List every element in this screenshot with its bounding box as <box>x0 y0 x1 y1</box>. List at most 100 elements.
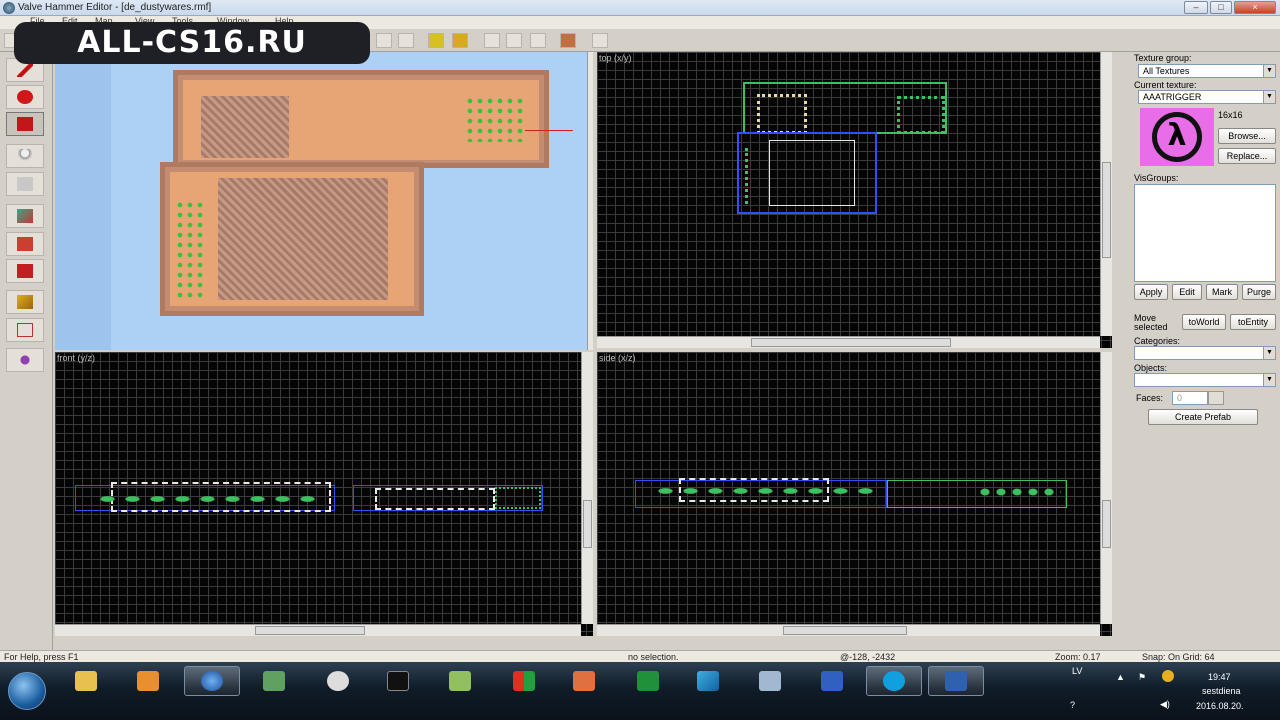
apply-texture-tool[interactable] <box>6 232 44 256</box>
ungroup-icon[interactable] <box>452 33 468 48</box>
mark-button[interactable]: Mark <box>1206 284 1238 300</box>
taskbar-word[interactable] <box>804 666 860 696</box>
archive-icon <box>573 671 595 691</box>
start-button[interactable] <box>8 672 46 710</box>
front-viewport[interactable]: front (y/z) <box>55 352 593 636</box>
brush-outline-5 <box>977 486 1061 498</box>
visgroups-list[interactable] <box>1134 184 1276 282</box>
faces-input[interactable]: 0 <box>1172 391 1208 405</box>
status-bar: For Help, press F1 no selection. @-128, … <box>0 650 1280 662</box>
texture-lock-icon[interactable] <box>530 33 546 48</box>
current-texture-select[interactable]: AAATRIGGER ▼ <box>1138 90 1276 104</box>
show-hidden-icons-icon[interactable]: ▲ <box>1116 672 1125 682</box>
taskbar-browser[interactable] <box>184 666 240 696</box>
language-indicator[interactable]: LV <box>1072 666 1082 676</box>
objects-select[interactable]: ▼ <box>1134 373 1276 387</box>
block-tool[interactable] <box>6 172 44 196</box>
texture-group-select[interactable]: All Textures ▼ <box>1138 64 1276 78</box>
run-map-icon[interactable] <box>592 33 608 48</box>
copy-icon[interactable] <box>376 33 392 48</box>
create-prefab-button[interactable]: Create Prefab <box>1148 409 1258 425</box>
taskbar-explorer[interactable] <box>58 666 114 696</box>
window-title: Valve Hammer Editor - [de_dustywares.rmf… <box>18 2 212 13</box>
pointer-icon <box>17 63 33 77</box>
paste-icon[interactable] <box>398 33 414 48</box>
carve-icon[interactable] <box>560 33 576 48</box>
scroll-thumb[interactable] <box>255 626 365 635</box>
scroll-thumb[interactable] <box>1102 500 1111 548</box>
top-vertical-scrollbar[interactable] <box>1100 52 1112 336</box>
update-icon[interactable] <box>1162 670 1174 682</box>
maximize-button[interactable]: □ <box>1210 1 1232 14</box>
texture-application-tool[interactable] <box>6 204 44 228</box>
minimize-button[interactable]: – <box>1184 1 1208 14</box>
task-manager-icon <box>263 671 285 691</box>
group-icon[interactable] <box>428 33 444 48</box>
vertex-tool[interactable] <box>6 318 44 342</box>
flag-icon[interactable]: ⚑ <box>1138 672 1146 683</box>
taskbar-excel[interactable] <box>620 666 676 696</box>
to-entity-button[interactable]: toEntity <box>1230 314 1276 330</box>
tool-palette <box>0 52 53 650</box>
camera-scrollbar[interactable] <box>587 52 593 350</box>
chevron-down-icon: ▼ <box>1263 347 1275 359</box>
volume-icon[interactable]: ◀) <box>1160 699 1170 710</box>
taskbar-archive[interactable] <box>556 666 612 696</box>
clipping-tool[interactable] <box>6 290 44 314</box>
taskbar-console[interactable] <box>370 666 426 696</box>
entity-tool[interactable] <box>6 144 44 168</box>
taskbar-network[interactable] <box>742 666 798 696</box>
help-icon[interactable]: ? <box>1070 700 1075 710</box>
purge-button[interactable]: Purge <box>1242 284 1276 300</box>
scroll-thumb[interactable] <box>751 338 951 347</box>
taskbar-hammer[interactable] <box>928 666 984 696</box>
brush-outline-3 <box>95 494 325 504</box>
office-icon <box>513 671 535 691</box>
replace-button[interactable]: Replace... <box>1218 148 1276 164</box>
side-horizontal-scrollbar[interactable] <box>597 624 1100 636</box>
decal-tool[interactable] <box>6 259 44 283</box>
console-icon <box>387 671 409 691</box>
taskbar-task-manager[interactable] <box>246 666 302 696</box>
brush-outline-3 <box>653 486 883 496</box>
taskbar-notepad[interactable] <box>432 666 488 696</box>
status-selection: no selection. <box>628 652 679 662</box>
brush-outline-6 <box>745 148 755 204</box>
path-tool[interactable] <box>6 348 44 372</box>
close-button[interactable]: × <box>1234 1 1276 14</box>
browse-button[interactable]: Browse... <box>1218 128 1276 144</box>
fin-icon <box>697 671 719 691</box>
taskbar-clock-app[interactable] <box>310 666 366 696</box>
clock-time[interactable]: 19:47 <box>1208 672 1231 682</box>
magnify-tool[interactable] <box>6 85 44 109</box>
status-coords: @-128, -2432 <box>840 652 896 662</box>
top-viewport[interactable]: top (x/y) <box>597 52 1112 348</box>
magnify-icon <box>17 90 33 104</box>
taskbar-skype[interactable] <box>866 666 922 696</box>
folder-icon <box>75 671 97 691</box>
top-horizontal-scrollbar[interactable] <box>597 336 1100 348</box>
camera-viewport[interactable] <box>55 52 593 350</box>
skype-icon <box>883 671 905 691</box>
faces-spinner[interactable] <box>1208 391 1224 405</box>
side-vertical-scrollbar[interactable] <box>1100 352 1112 624</box>
taskbar-steam[interactable] <box>680 666 736 696</box>
show-all-icon[interactable] <box>506 33 522 48</box>
plants-group-1 <box>465 96 527 142</box>
hide-selected-icon[interactable] <box>484 33 500 48</box>
side-viewport[interactable]: side (x/z) <box>597 352 1112 636</box>
front-horizontal-scrollbar[interactable] <box>55 624 581 636</box>
front-vertical-scrollbar[interactable] <box>581 352 593 624</box>
to-world-button[interactable]: toWorld <box>1182 314 1226 330</box>
taskbar-office[interactable] <box>496 666 552 696</box>
hammer-app-icon <box>3 2 15 14</box>
scroll-thumb[interactable] <box>1102 162 1111 258</box>
apply-button[interactable]: Apply <box>1134 284 1168 300</box>
camera-tool[interactable] <box>6 112 44 136</box>
vertex-icon <box>17 323 33 337</box>
taskbar-media-player[interactable] <box>120 666 176 696</box>
scroll-thumb[interactable] <box>583 500 592 548</box>
edit-button[interactable]: Edit <box>1172 284 1202 300</box>
scroll-thumb[interactable] <box>783 626 907 635</box>
categories-select[interactable]: ▼ <box>1134 346 1276 360</box>
